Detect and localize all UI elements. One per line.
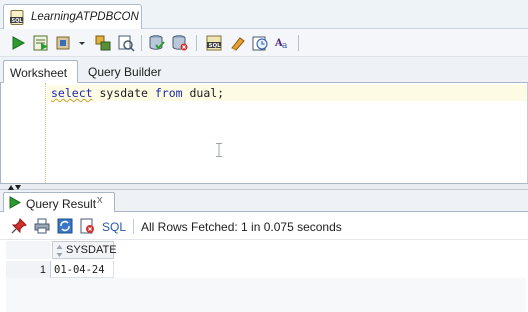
clear-icon[interactable] xyxy=(229,34,247,52)
sql-file-icon: SQL xyxy=(10,10,25,25)
format-icon[interactable]: Aa xyxy=(274,34,292,52)
pane-splitter[interactable] xyxy=(0,183,528,190)
fetch-status: All Rows Fetched: 1 in 0.075 seconds xyxy=(141,220,342,234)
run-script-icon[interactable] xyxy=(32,34,50,52)
editor-gutter-line xyxy=(45,83,46,183)
column-drag-icon xyxy=(56,245,63,257)
results-grid[interactable]: SYSDATE 1 01-04-24 xyxy=(0,240,528,312)
column-header-sysdate[interactable]: SYSDATE xyxy=(52,241,117,259)
row-number[interactable]: 1 xyxy=(6,261,51,278)
editor-subtabs: Worksheet Query Builder xyxy=(0,57,528,83)
svg-text:a: a xyxy=(282,41,288,51)
document-tab-title: LearningATPDBCON xyxy=(31,11,139,23)
run-result-icon xyxy=(9,196,22,209)
worksheet-toolbar: SQL Aa xyxy=(0,29,528,57)
tab-query-result[interactable]: Query Result x xyxy=(3,192,115,212)
tab-query-result-label: Query Result xyxy=(26,197,97,211)
toolbar-separator xyxy=(133,219,134,234)
dropdown-arrow-icon[interactable] xyxy=(77,34,87,52)
tab-worksheet[interactable]: Worksheet xyxy=(3,60,78,83)
column-header-label: SYSDATE xyxy=(66,244,117,256)
text-cursor-icon xyxy=(215,143,223,157)
code-text: dual; xyxy=(182,86,225,100)
document-tab[interactable]: SQL LearningATPDBCON xyxy=(3,4,142,29)
toolbar-separator xyxy=(141,35,142,51)
rollback-icon[interactable] xyxy=(171,34,189,52)
table-cell[interactable]: 01-04-24 xyxy=(52,261,114,278)
refresh-icon[interactable] xyxy=(57,218,73,234)
code-line[interactable]: select sysdate from dual; xyxy=(47,85,527,101)
results-toolbar: SQL All Rows Fetched: 1 in 0.075 seconds xyxy=(0,212,528,240)
grid-corner xyxy=(6,241,51,259)
svg-text:SQL: SQL xyxy=(209,43,222,49)
code-text: sysdate xyxy=(92,86,155,100)
explain-plan-icon[interactable] xyxy=(94,34,112,52)
keyword-from: from xyxy=(154,86,183,100)
run-statement-icon[interactable] xyxy=(9,34,27,52)
pin-icon[interactable] xyxy=(11,218,27,234)
history-icon[interactable] xyxy=(251,34,269,52)
cancel-query-icon[interactable] xyxy=(79,218,95,234)
toolbar-separator xyxy=(298,35,299,51)
autotrace-icon[interactable] xyxy=(55,34,73,52)
sql-editor[interactable]: select sysdate from dual; xyxy=(0,83,528,183)
document-tab-strip: SQL LearningATPDBCON xyxy=(0,0,528,29)
grid-empty-area xyxy=(6,278,526,312)
unshared-sql-icon[interactable]: SQL xyxy=(205,34,223,52)
svg-text:SQL: SQL xyxy=(12,18,24,24)
close-tab-icon[interactable]: x xyxy=(97,194,103,206)
toolbar-separator xyxy=(196,35,197,51)
print-icon[interactable] xyxy=(34,218,50,234)
sql-tuning-icon[interactable] xyxy=(117,34,135,52)
sql-link[interactable]: SQL xyxy=(102,220,126,234)
results-tab-strip: Query Result x xyxy=(0,190,528,212)
commit-icon[interactable] xyxy=(148,34,166,52)
tab-query-builder[interactable]: Query Builder xyxy=(82,60,167,83)
keyword-select: select xyxy=(51,86,93,100)
